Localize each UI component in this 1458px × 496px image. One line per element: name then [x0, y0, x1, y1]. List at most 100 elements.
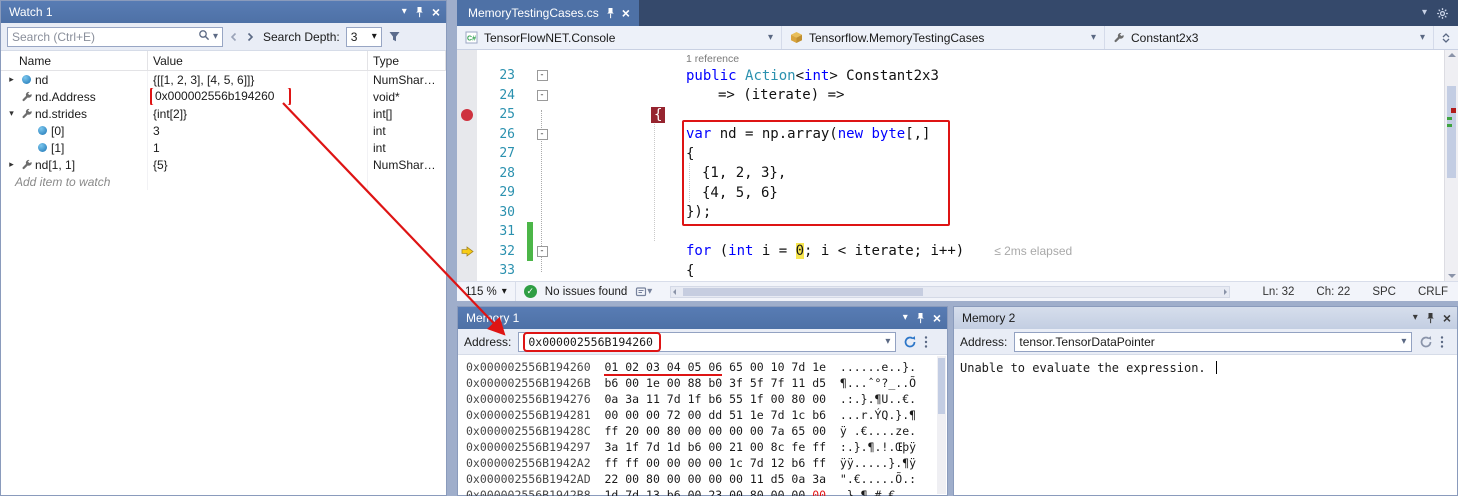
nav-type-dropdown[interactable]: Tensorflow.MemoryTestingCases ▾ [782, 26, 1105, 49]
expander-icon[interactable]: ▾ [5, 109, 18, 119]
nav-member-dropdown[interactable]: Constant2x3 ▾ [1105, 26, 1434, 49]
watch-titlebar[interactable]: Watch 1 ▾ × [1, 1, 446, 23]
memory-dump[interactable]: 0x000002556B194260 01 02 03 04 05 06 65 … [458, 355, 947, 496]
fold-collapse-icon[interactable]: - [537, 90, 548, 101]
code-line[interactable]: 23-public Action<int> Constant2x3 [457, 66, 1458, 86]
pin-icon[interactable] [1426, 312, 1435, 324]
refresh-icon[interactable] [1419, 335, 1433, 349]
fold-collapse-icon[interactable]: - [537, 70, 548, 81]
scrollbar-thumb[interactable] [938, 358, 945, 414]
chevron-down-icon: ▾ [768, 32, 773, 43]
tab-list-chevron-icon[interactable]: ▾ [1422, 8, 1427, 18]
toolbar-overflow-icon[interactable] [924, 335, 928, 349]
memory-address: 0x000002556B194281 [466, 408, 591, 422]
horizontal-scrollbar[interactable] [670, 286, 1230, 298]
gear-icon[interactable] [1436, 7, 1449, 20]
watch-add-row[interactable]: Add item to watch [1, 173, 446, 190]
memory1-panel: Memory 1 ▾ × Address: 0x000002556B194260… [457, 306, 948, 496]
filter-icon[interactable] [388, 31, 401, 43]
chevron-down-icon[interactable]: ▾ [880, 336, 895, 347]
code-line[interactable]: 32-for (int i = 0; i < iterate; i++)≤ 2m… [457, 242, 1458, 262]
scrollbar-thumb[interactable] [1447, 86, 1456, 178]
health-check-icon[interactable]: ✓ [524, 285, 537, 298]
memory1-address-input[interactable]: 0x000002556B194260 ▾ [518, 332, 896, 352]
address-label: Address: [960, 335, 1007, 349]
code-line[interactable]: 25{ [457, 105, 1458, 125]
nav-member-label: Constant2x3 [1131, 31, 1414, 45]
code-line[interactable]: 24-=> (iterate) => [457, 86, 1458, 106]
status-line-endings[interactable]: CRLF [1418, 286, 1448, 298]
memory-row: 0x000002556B194281 00 00 00 72 00 dd 51 … [466, 407, 947, 423]
nav-project-dropdown[interactable]: C# TensorFlowNET.Console ▾ [457, 26, 782, 49]
close-icon[interactable]: × [622, 6, 630, 20]
watch-search-input[interactable]: Search (Ctrl+E) ▾ [7, 27, 223, 47]
watch-row[interactable]: nd.Address0x000002556b194260void* [1, 88, 446, 105]
window-position-icon[interactable]: ▾ [402, 7, 407, 17]
scroll-left-icon[interactable] [673, 289, 676, 295]
scroll-up-icon[interactable] [1448, 53, 1456, 57]
editor-group: MemoryTestingCases.cs × ▾ C# TensorFlowN… [457, 0, 1458, 301]
pin-icon[interactable] [606, 7, 615, 19]
breakpoint-icon[interactable] [461, 109, 473, 121]
toolbar-overflow-icon[interactable] [1440, 335, 1444, 349]
pin-icon[interactable] [415, 6, 424, 18]
memory2-content[interactable]: Unable to evaluate the expression. [954, 355, 1457, 381]
scrollbar-thumb[interactable] [683, 288, 923, 296]
close-icon[interactable]: × [432, 5, 440, 19]
column-header-name[interactable]: Name [1, 51, 148, 70]
window-position-icon[interactable]: ▾ [903, 313, 908, 323]
code-line[interactable]: 33{ [457, 261, 1458, 281]
fold-collapse-icon[interactable]: - [537, 246, 548, 257]
window-position-icon[interactable]: ▾ [1413, 313, 1418, 323]
watch-row[interactable]: [1]1int [1, 139, 446, 156]
refresh-icon[interactable] [903, 335, 917, 349]
search-icon[interactable] [198, 29, 210, 44]
search-depth-dropdown[interactable]: 3 ▾ [346, 27, 382, 47]
memory2-titlebar[interactable]: Memory 2 ▾ × [954, 307, 1457, 329]
codelens-references[interactable]: 1 reference [686, 53, 739, 65]
code-line[interactable]: 26-var nd = np.array(new byte[,] [457, 125, 1458, 145]
watch-panel: Watch 1 ▾ × Search (Ctrl+E) ▾ Search Dep… [0, 0, 447, 496]
memory1-titlebar[interactable]: Memory 1 ▾ × [458, 307, 947, 329]
split-window-icon[interactable] [1434, 26, 1458, 49]
memory-ascii: ÿ .€....ze. [826, 424, 916, 438]
issues-filter-icon[interactable]: ▾ [635, 286, 652, 298]
chevron-down-icon[interactable]: ▾ [213, 32, 218, 42]
watch-row[interactable]: ▸nd[1, 1]{5}NumShar… [1, 156, 446, 173]
watch-row[interactable]: ▸nd{[[1, 2, 3], [4, 5, 6]]}NumShar… [1, 71, 446, 88]
property-icon [1113, 32, 1125, 44]
close-icon[interactable]: × [1443, 311, 1451, 325]
watch-type: int [368, 122, 446, 139]
search-prev-icon[interactable] [229, 32, 239, 42]
close-icon[interactable]: × [933, 311, 941, 325]
pin-icon[interactable] [916, 312, 925, 324]
zoom-dropdown[interactable]: 115 % ▾ [465, 282, 516, 301]
expander-icon[interactable]: ▸ [5, 160, 18, 170]
chevron-down-icon[interactable]: ▾ [1396, 336, 1411, 347]
code-line[interactable]: 27{ [457, 144, 1458, 164]
watch-row[interactable]: [0]3int [1, 122, 446, 139]
status-spaces-mode[interactable]: SPC [1372, 286, 1396, 298]
expander-icon[interactable]: ▸ [5, 75, 18, 85]
field-icon [34, 126, 51, 135]
vertical-scrollbar[interactable] [1444, 50, 1458, 281]
code-line[interactable]: 31 [457, 222, 1458, 242]
code-editor[interactable]: 1 reference23-public Action<int> Constan… [457, 50, 1458, 281]
issues-label[interactable]: No issues found [545, 286, 627, 298]
scroll-down-icon[interactable] [1448, 274, 1456, 278]
fold-collapse-icon[interactable]: - [537, 129, 548, 140]
perf-tip[interactable]: ≤ 2ms elapsed [994, 244, 1072, 258]
search-next-icon[interactable] [245, 32, 255, 42]
code-line[interactable]: 29{4, 5, 6} [457, 183, 1458, 203]
scroll-right-icon[interactable] [1224, 289, 1227, 295]
memory2-address-input[interactable]: tensor.TensorDataPointer ▾ [1014, 332, 1412, 352]
column-header-type[interactable]: Type [368, 51, 446, 70]
line-number: 27 [477, 146, 527, 161]
code-line[interactable]: 28{1, 2, 3}, [457, 164, 1458, 184]
watch-row[interactable]: ▾nd.strides{int[2]}int[] [1, 105, 446, 122]
memory1-scrollbar[interactable] [937, 356, 946, 494]
column-header-value[interactable]: Value [148, 51, 368, 70]
watch-value: 1 [153, 141, 160, 155]
tab-memorytestingcases[interactable]: MemoryTestingCases.cs × [457, 0, 639, 26]
code-line[interactable]: 30}); [457, 203, 1458, 223]
